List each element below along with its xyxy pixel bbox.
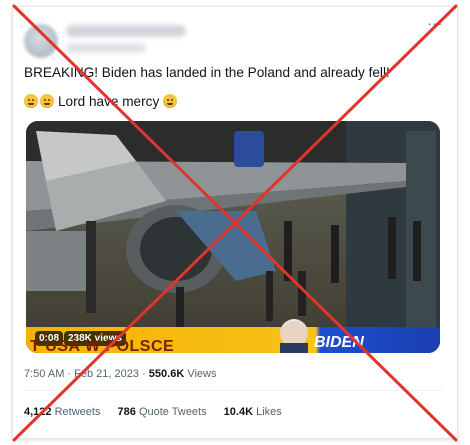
video-banner-name: BIDEN: [314, 334, 364, 351]
retweets-stat[interactable]: 4,122 Retweets: [24, 406, 100, 418]
divider: [24, 390, 444, 391]
views-count: 550.6K: [148, 368, 185, 380]
quote-tweets-label: Quote Tweets: [138, 406, 207, 418]
worried-face-emoji-icon: [24, 94, 38, 108]
tongue-emoji-icon: [163, 94, 178, 108]
engagement-stats: 4,122 Retweets 786 Quote Tweets 10.4K Li…: [24, 406, 296, 418]
blurred-username[interactable]: [66, 43, 146, 53]
laughing-emoji-icon: [40, 94, 54, 108]
more-options-icon[interactable]: ···: [424, 14, 446, 32]
tweet-text-line1: BREAKING! Biden has landed in the Poland…: [24, 65, 390, 80]
likes-count: 10.4K: [223, 406, 254, 418]
avatar[interactable]: [24, 24, 58, 58]
blurred-display-name[interactable]: [66, 25, 186, 37]
meta-separator-2: ·: [142, 368, 146, 380]
video-frame: [26, 121, 440, 353]
retweets-count: 4,122: [24, 406, 52, 418]
views-label: Views: [187, 368, 217, 380]
tweet-date[interactable]: Feb 21, 2023: [74, 368, 139, 380]
retweets-label: Retweets: [54, 406, 101, 418]
video-player[interactable]: [26, 121, 440, 353]
likes-stat[interactable]: 10.4K Likes: [224, 406, 282, 418]
tweet-text-line2: Lord have mercy: [24, 93, 444, 111]
video-banner-caption: T USA W POLSCE: [30, 338, 175, 355]
tweet-text-lord: Lord have mercy: [58, 94, 160, 109]
quote-tweets-stat[interactable]: 786 Quote Tweets: [118, 406, 207, 418]
meta-separator: ·: [67, 368, 72, 380]
likes-label: Likes: [256, 406, 282, 418]
tweet-meta: 7:50 AM · Feb 21, 2023 · 550.6K Views: [24, 368, 217, 380]
quote-tweets-count: 786: [117, 406, 136, 418]
tweet-time[interactable]: 7:50 AM: [24, 368, 64, 380]
